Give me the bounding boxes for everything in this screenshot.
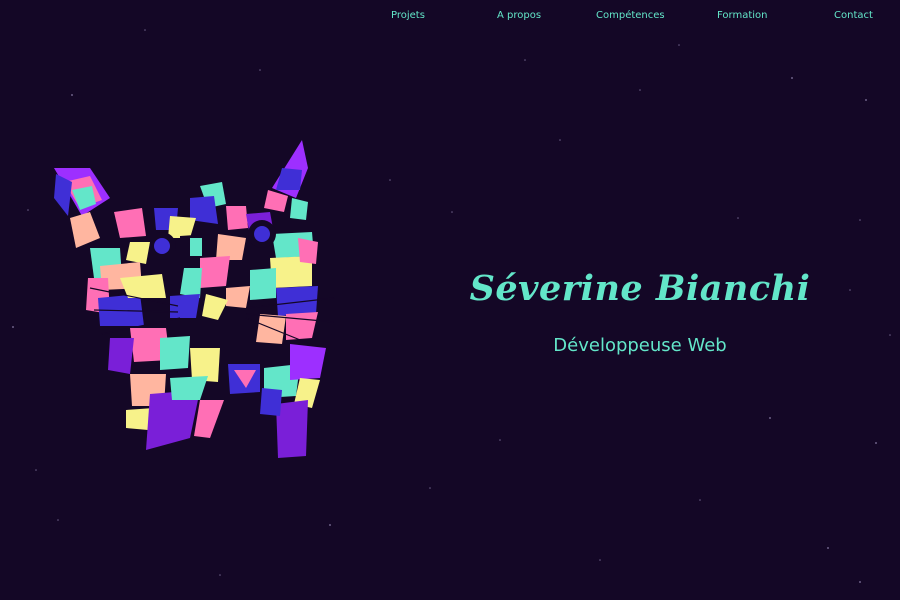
nav-link-formation[interactable]: Formation bbox=[717, 10, 767, 21]
hero-role: Développeuse Web bbox=[553, 335, 727, 356]
nav-link-contact[interactable]: Contact bbox=[834, 10, 873, 21]
geometric-cat-illustration bbox=[54, 140, 335, 458]
nav-link-a-propos[interactable]: A propos bbox=[497, 10, 541, 21]
hero-name: Séverine Bianchi bbox=[469, 268, 811, 309]
nav-link-projets[interactable]: Projets bbox=[391, 10, 425, 21]
nav-link-competences[interactable]: Compétences bbox=[596, 10, 665, 21]
page: Projets A propos Compétences Formation C… bbox=[0, 0, 900, 600]
top-navigation: Projets A propos Compétences Formation C… bbox=[0, 10, 900, 24]
